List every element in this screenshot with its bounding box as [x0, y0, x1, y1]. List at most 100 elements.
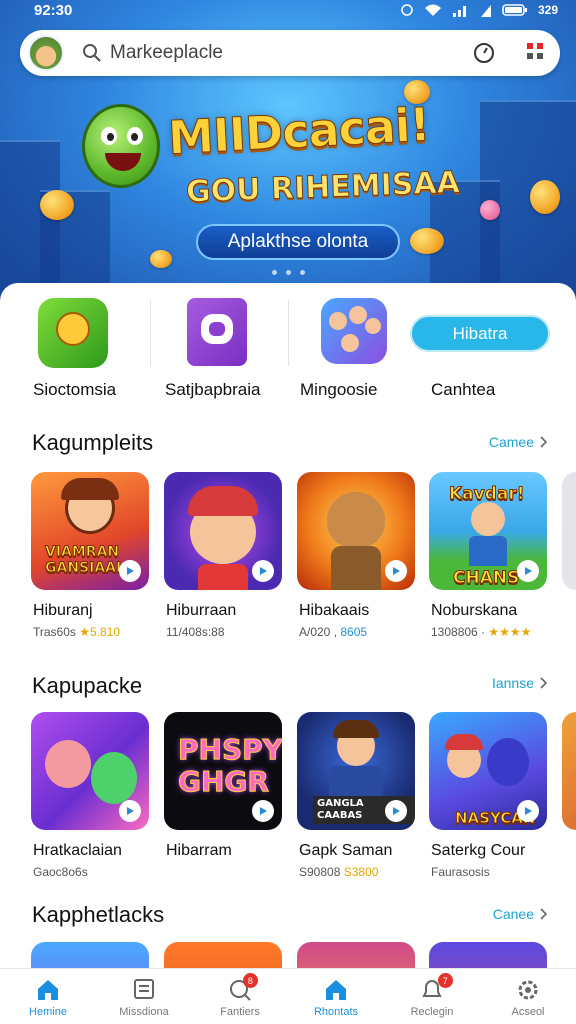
app-name: Hiburanj — [33, 602, 93, 619]
app-name: Gapk Saman — [299, 842, 393, 859]
app-meta: A/020 , 8605 — [299, 625, 368, 639]
banner-cta-button[interactable]: Aplakthse olonta — [196, 224, 400, 260]
app-card[interactable]: Hibakaais A/020 , 8605 — [297, 472, 415, 639]
play-icon[interactable] — [385, 560, 407, 582]
banner-subtitle: GOU RIHEMISAA — [185, 165, 461, 211]
app-root: { "status_bar": {"time": "92:30", "batte… — [0, 0, 576, 1024]
coin-decoration — [150, 250, 172, 268]
app-card[interactable] — [31, 942, 149, 968]
app-card[interactable]: NASYCAN Saterkg Cour Faurasosis — [429, 712, 547, 879]
notification-badge: 7 — [437, 973, 453, 988]
category-label: Satjbapbraia — [165, 380, 261, 399]
app-card[interactable]: B 1 — [562, 472, 576, 590]
battery-level: 329 — [537, 3, 558, 17]
play-icon[interactable] — [517, 800, 539, 822]
app-thumbnail: VIAMRAN GANSIAAL — [31, 472, 149, 590]
status-bar: 92:30 329 — [0, 0, 576, 24]
app-thumbnail — [562, 712, 576, 830]
app-card[interactable] — [297, 942, 415, 968]
bottom-tab-bar: Hemine Missdiona 8 Fantiers Rhontats 7 R… — [0, 968, 576, 1024]
app-name: Hratkaclaian — [33, 842, 122, 859]
play-icon[interactable] — [517, 560, 539, 582]
see-more-link[interactable]: Camee — [489, 434, 548, 450]
search-icon — [83, 44, 101, 62]
app-meta: Tras60s ★5.810 — [33, 625, 121, 639]
category-pill-button[interactable]: Hibatra — [410, 315, 550, 352]
coin-decoration — [530, 180, 560, 214]
tab-home[interactable]: Hemine — [0, 969, 96, 1024]
candy-decoration — [480, 200, 500, 220]
avatar[interactable] — [28, 35, 64, 71]
app-name: Hibarram — [166, 842, 232, 859]
category-icon — [38, 298, 108, 368]
see-more-link[interactable]: Iannse — [492, 675, 548, 691]
signal-icon — [452, 6, 466, 17]
chevron-right-icon — [540, 677, 548, 689]
see-more-label: Camee — [488, 434, 534, 450]
app-thumbnail: PHSPY GHGR — [164, 712, 282, 830]
history-icon[interactable] — [472, 41, 496, 65]
app-card[interactable]: Hratkaclaian Gaoc8o6s — [31, 712, 149, 879]
play-icon[interactable] — [385, 800, 407, 822]
see-more-link[interactable]: Canee — [493, 906, 548, 922]
category-item[interactable]: Satjbapbraia — [157, 298, 277, 399]
app-name: Noburskana — [431, 602, 518, 619]
app-meta: 11/408s:88 — [166, 625, 225, 639]
app-thumbnail: Kavdar! CHANS — [429, 472, 547, 590]
home-icon — [326, 980, 346, 1000]
app-thumbnail — [297, 472, 415, 590]
tab-label: Missdiona — [119, 1006, 169, 1018]
tab-store[interactable]: Rhontats — [288, 969, 384, 1024]
signal-icon — [480, 5, 491, 17]
mascot-image — [82, 104, 160, 188]
divider — [288, 300, 289, 366]
play-icon[interactable] — [252, 560, 274, 582]
sync-icon — [401, 4, 413, 16]
gear-icon — [518, 980, 538, 1000]
banner-title: MIIDcacai! — [166, 97, 431, 166]
tab-label: Reclegin — [410, 1006, 454, 1018]
app-name: Hibakaais — [299, 602, 370, 619]
chevron-right-icon — [540, 908, 548, 920]
tab-label: Rhontats — [313, 1006, 359, 1018]
play-icon[interactable] — [252, 800, 274, 822]
apps-grid-icon[interactable] — [525, 41, 547, 65]
app-card[interactable] — [429, 942, 547, 968]
list-icon — [134, 979, 154, 999]
app-meta: S90808 S3800 — [299, 865, 379, 879]
app-card[interactable]: Kavdar! CHANS Noburskana 1308806 · ★★★★ — [429, 472, 547, 639]
category-label: Sioctomsia — [33, 380, 117, 399]
app-thumbnail: GANGLA CAABAS — [297, 712, 415, 830]
category-icon — [321, 298, 387, 364]
home-icon — [38, 980, 58, 1000]
tab-notifications[interactable]: 7 Reclegin — [384, 969, 480, 1024]
app-card[interactable]: K 1 — [562, 712, 576, 830]
app-card[interactable]: PHSPY GHGR Hibarram — [164, 712, 282, 859]
app-card[interactable]: VIAMRAN GANSIAAL Hiburanj Tras60s ★5.810 — [31, 472, 149, 639]
play-icon[interactable] — [119, 560, 141, 582]
app-thumbnail — [562, 472, 576, 590]
tab-account[interactable]: Acseol — [480, 969, 576, 1024]
category-label: Mingoosie — [300, 380, 378, 399]
app-name: Saterkg Cour — [431, 842, 526, 859]
wifi-icon — [424, 4, 441, 16]
app-art-text: CHANS — [452, 568, 520, 589]
chevron-right-icon — [540, 436, 548, 448]
app-thumbnail — [429, 942, 547, 968]
app-card[interactable] — [164, 942, 282, 968]
app-card[interactable]: GANGLA CAABAS Gapk Saman S90808 S3800 — [297, 712, 415, 879]
search-input[interactable] — [110, 38, 440, 68]
section-title: Kapupacke — [32, 673, 143, 698]
coin-decoration — [410, 228, 444, 254]
category-item[interactable]: Sioctomsia — [13, 298, 133, 399]
app-card[interactable]: Hiburraan 11/408s:88 — [164, 472, 282, 639]
carousel-dots[interactable] — [272, 270, 305, 275]
tab-label: Fantiers — [220, 1006, 260, 1018]
app-thumbnail — [297, 942, 415, 968]
tab-label: Hemine — [29, 1006, 67, 1018]
tab-missions[interactable]: Missdiona — [96, 969, 192, 1024]
category-item[interactable]: Mingoosie — [294, 298, 414, 399]
tab-friends[interactable]: 8 Fantiers — [192, 969, 288, 1024]
play-icon[interactable] — [119, 800, 141, 822]
section-title: Kagumpleits — [32, 430, 154, 455]
